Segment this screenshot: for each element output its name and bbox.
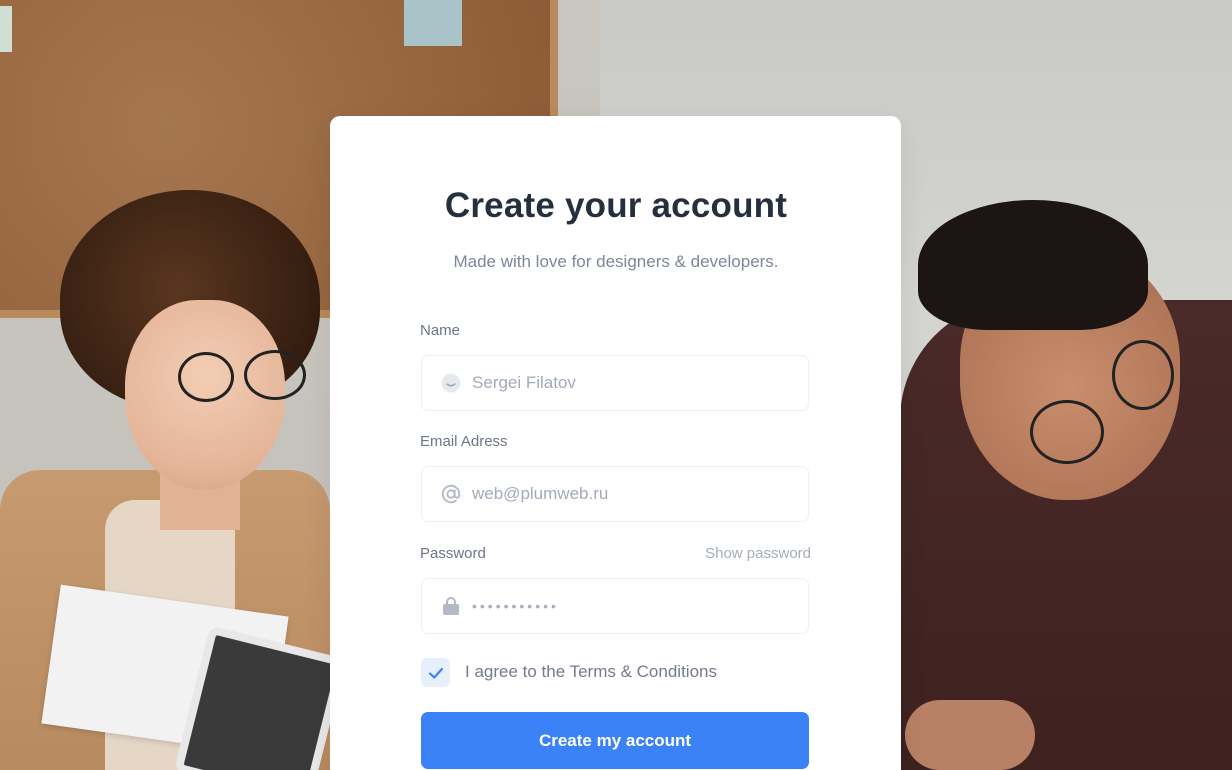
glasses: [1030, 400, 1104, 464]
glasses: [1112, 340, 1174, 410]
check-icon: [428, 667, 443, 679]
name-label: Name: [420, 322, 461, 339]
glasses: [244, 350, 306, 400]
name-input[interactable]: Sergei Filatov: [421, 355, 809, 411]
password-label: Password: [420, 545, 486, 562]
sticky-note: [404, 0, 462, 46]
password-value: •••••••••••: [472, 598, 559, 614]
create-account-button[interactable]: Create my account: [421, 712, 809, 769]
name-placeholder: Sergei Filatov: [472, 373, 576, 392]
lock-icon: [440, 595, 462, 617]
terms-label[interactable]: I agree to the Terms & Conditions: [465, 662, 717, 682]
terms-checkbox[interactable]: [421, 658, 450, 687]
man-hand: [905, 700, 1035, 770]
page-subtitle: Made with love for designers & developer…: [453, 252, 779, 271]
page-title: Create your account: [444, 186, 788, 225]
at-icon: [440, 483, 462, 505]
smile-icon: [440, 372, 462, 394]
email-placeholder: web@plumweb.ru: [472, 484, 609, 503]
sticky-note: [0, 6, 12, 52]
show-password-link[interactable]: Show password: [705, 545, 811, 562]
glasses: [178, 352, 234, 402]
email-label: Email Adress: [420, 433, 508, 450]
email-input[interactable]: web@plumweb.ru: [421, 466, 809, 522]
password-input[interactable]: •••••••••••: [421, 578, 809, 634]
